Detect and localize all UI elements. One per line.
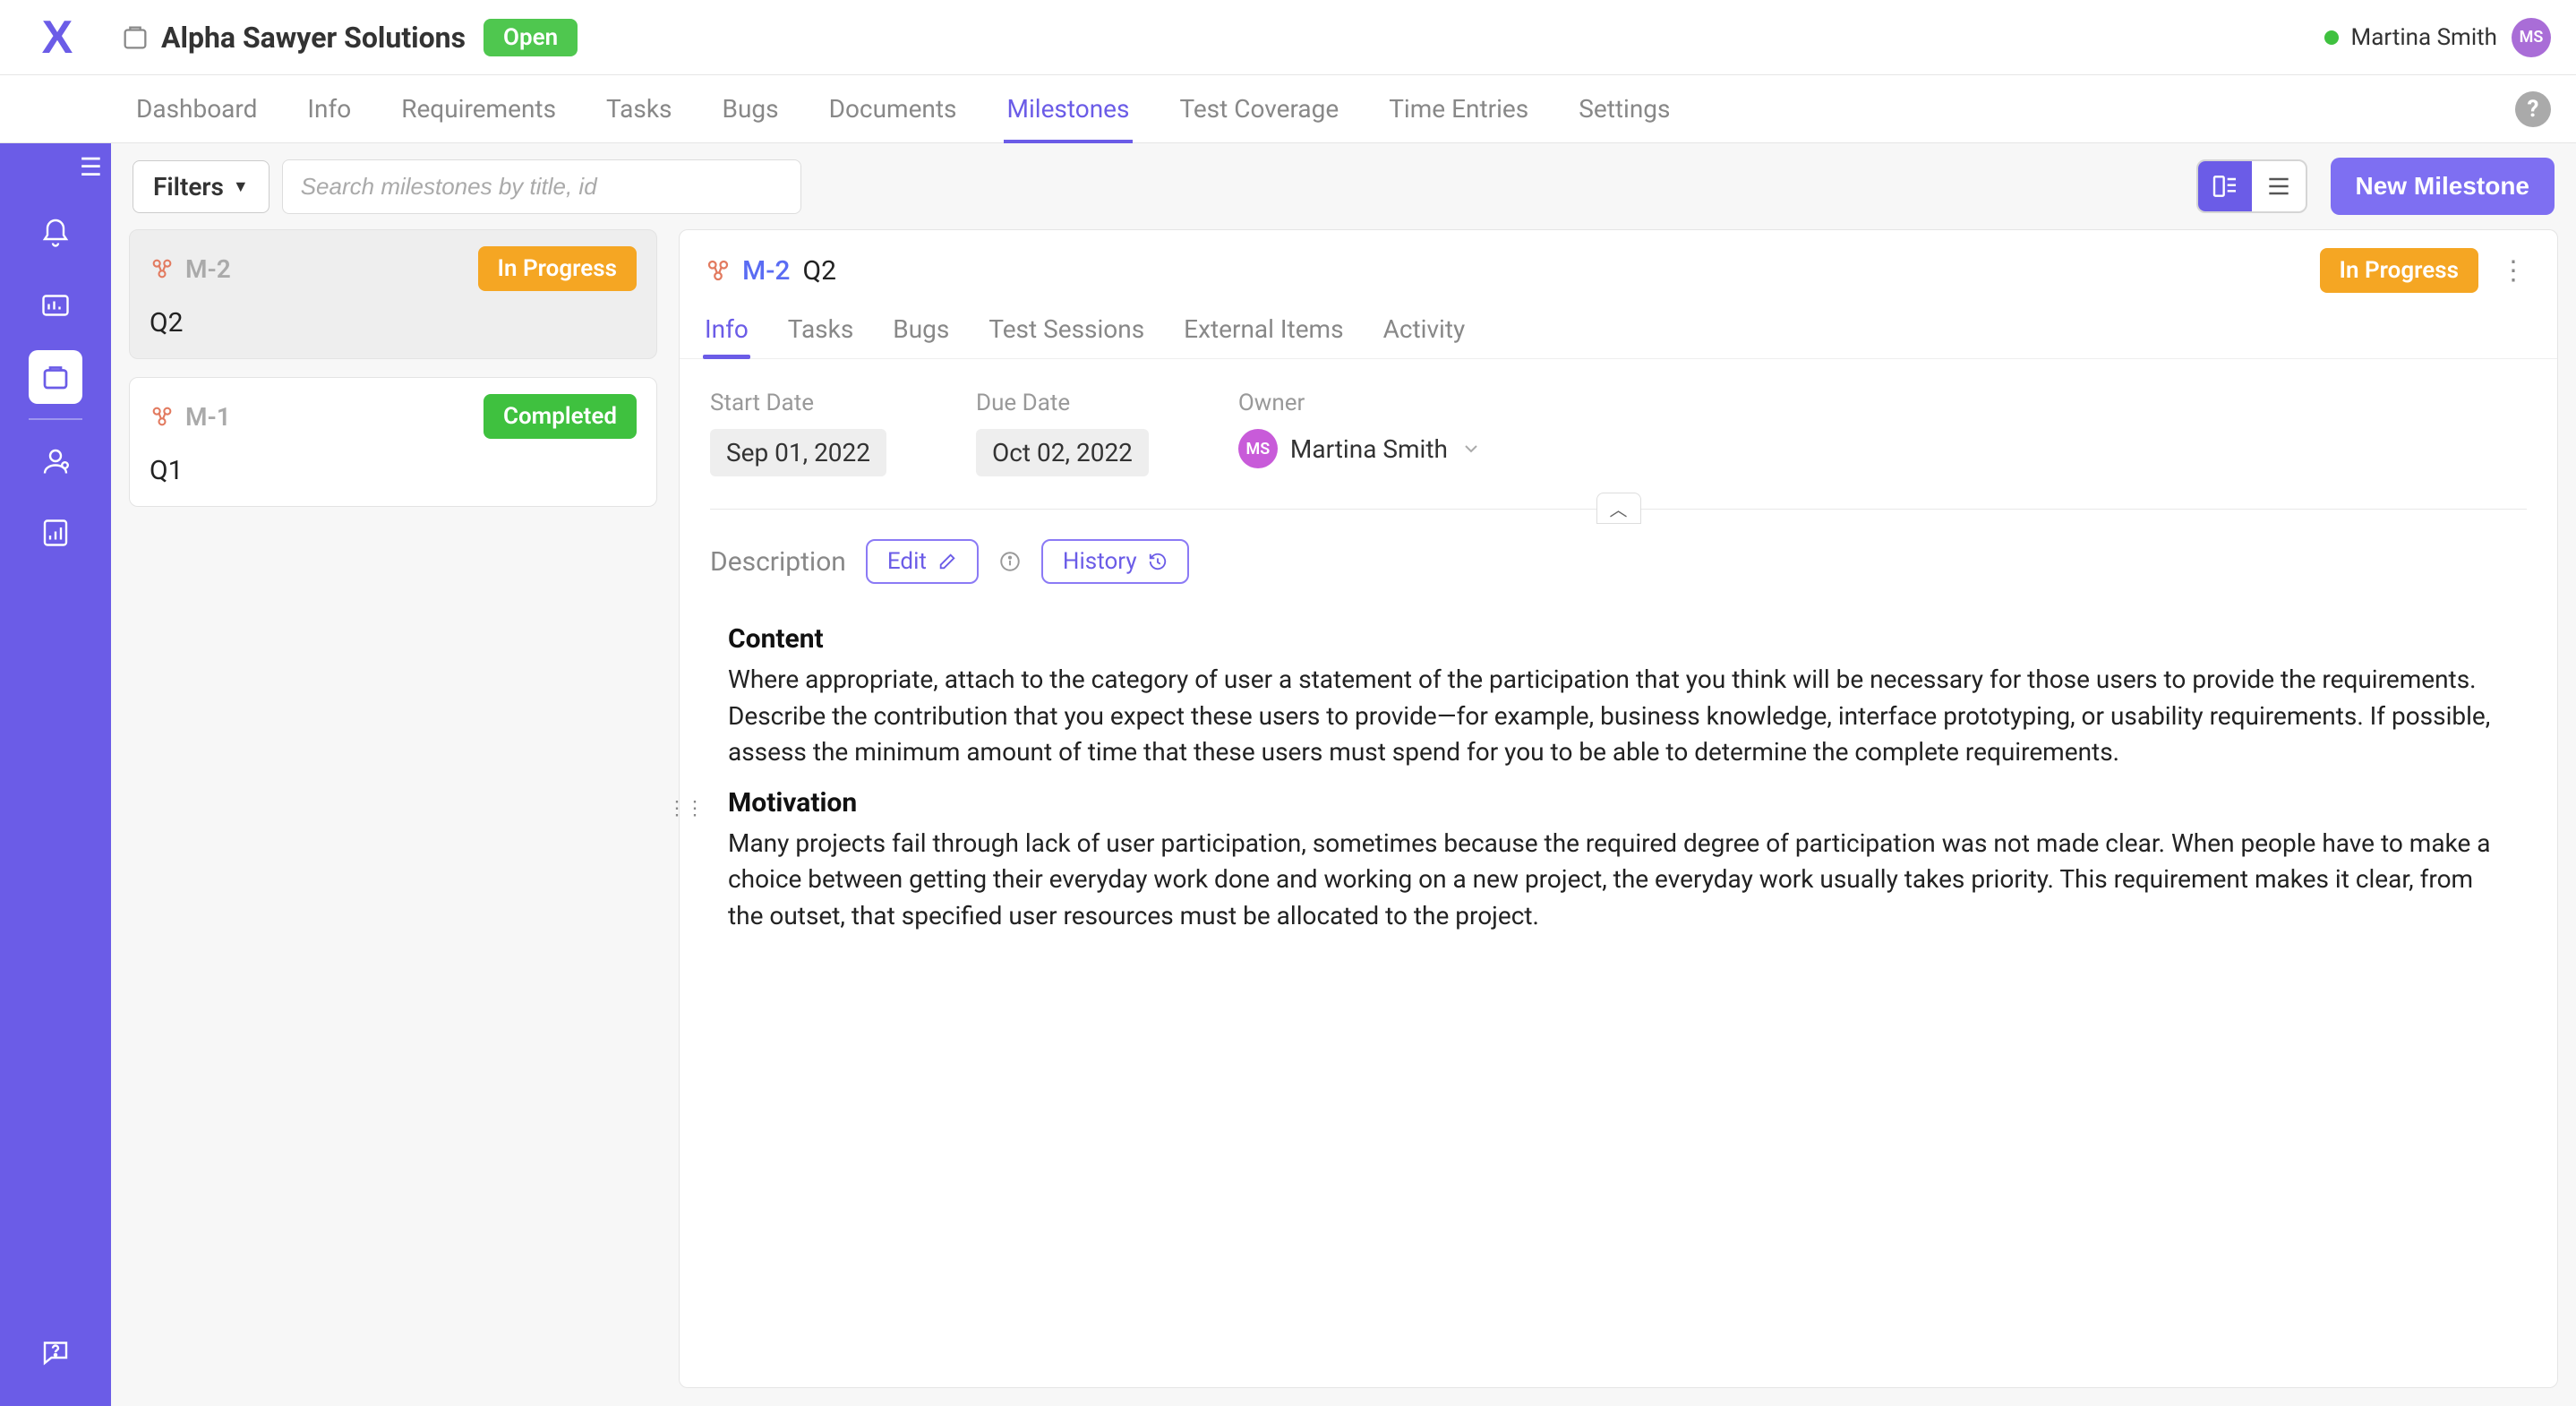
tab-info[interactable]: Info: [705, 314, 749, 358]
collapse-toggle-icon[interactable]: ︿: [1596, 493, 1641, 524]
owner-name: Martina Smith: [1290, 434, 1448, 464]
rail-users[interactable]: [29, 434, 82, 488]
nav-test-coverage[interactable]: Test Coverage: [1154, 75, 1364, 142]
milestone-id: M-2: [185, 254, 231, 284]
rail-support[interactable]: [29, 1325, 82, 1379]
rail-reports[interactable]: [29, 506, 82, 560]
filters-label: Filters: [153, 172, 224, 201]
presence-dot-icon: [2324, 30, 2339, 45]
search-input[interactable]: [282, 159, 801, 214]
section-divider: ︿: [710, 498, 2527, 519]
tab-external-items[interactable]: External Items: [1184, 314, 1343, 358]
detail-status-badge[interactable]: In Progress: [2320, 248, 2479, 293]
new-milestone-button[interactable]: New Milestone: [2331, 158, 2555, 215]
history-icon: [1148, 552, 1168, 571]
main-area: Filters ▼ New Milestone: [111, 143, 2576, 1406]
start-date-label: Start Date: [710, 390, 886, 416]
detail-tabs: Info Tasks Bugs Test Sessions External I…: [680, 293, 2557, 359]
milestone-title: Q2: [150, 307, 637, 339]
kebab-menu-icon[interactable]: ⋮: [2495, 255, 2532, 287]
nav-time-entries[interactable]: Time Entries: [1364, 75, 1553, 142]
project-name[interactable]: Alpha Sawyer Solutions: [161, 21, 466, 55]
nav-dashboard[interactable]: Dashboard: [111, 75, 282, 142]
main-nav: Dashboard Info Requirements Tasks Bugs D…: [0, 75, 2576, 143]
nav-documents[interactable]: Documents: [804, 75, 982, 142]
rail-notifications[interactable]: [29, 207, 82, 261]
start-date-value[interactable]: Sep 01, 2022: [710, 429, 886, 476]
top-header: X Alpha Sawyer Solutions Open Martina Sm…: [0, 0, 2576, 75]
due-date-label: Due Date: [976, 390, 1149, 416]
milestone-card[interactable]: M-1 Completed Q1: [129, 377, 657, 507]
logo-x-icon: X: [42, 11, 70, 64]
nav-bugs[interactable]: Bugs: [697, 75, 804, 142]
desc-heading: Content: [728, 623, 2509, 655]
milestones-toolbar: Filters ▼ New Milestone: [111, 143, 2576, 229]
description-body: Content Where appropriate, attach to the…: [680, 591, 2557, 1387]
tab-bugs[interactable]: Bugs: [893, 314, 949, 358]
detail-id-link[interactable]: M-2: [742, 255, 790, 287]
milestone-id: M-1: [185, 402, 231, 432]
milestone-list: M-2 In Progress Q2 M-1 Completed Q1: [129, 229, 657, 1388]
nav-settings[interactable]: Settings: [1553, 75, 1695, 142]
caret-down-icon: ▼: [233, 177, 249, 196]
milestone-icon: [150, 256, 175, 281]
owner-avatar: MS: [1238, 429, 1278, 468]
edit-description-button[interactable]: Edit: [866, 539, 979, 584]
milestone-card[interactable]: M-2 In Progress Q2: [129, 229, 657, 359]
history-button[interactable]: History: [1041, 539, 1189, 584]
owner-label: Owner: [1238, 390, 1482, 416]
milestone-title: Q1: [150, 455, 637, 486]
rail-dashboard[interactable]: [29, 279, 82, 332]
status-badge: Completed: [484, 394, 637, 439]
detail-title: Q2: [802, 255, 836, 287]
resize-handle-icon[interactable]: ⋮⋮: [667, 798, 703, 820]
view-card-icon[interactable]: [2198, 161, 2252, 211]
desc-paragraph: Where appropriate, attach to the categor…: [728, 662, 2509, 771]
owner-picker[interactable]: MS Martina Smith: [1238, 429, 1482, 468]
tab-tasks[interactable]: Tasks: [788, 314, 854, 358]
nav-milestones[interactable]: Milestones: [982, 75, 1155, 142]
rail-projects[interactable]: [29, 350, 82, 404]
detail-header: M-2 Q2 In Progress ⋮: [680, 230, 2557, 293]
project-status-badge[interactable]: Open: [484, 19, 578, 56]
chevron-down-icon: [1460, 438, 1482, 459]
milestone-icon: [705, 257, 732, 284]
project-icon: [120, 22, 150, 53]
desc-heading: Motivation: [728, 787, 2509, 819]
nav-tasks[interactable]: Tasks: [581, 75, 697, 142]
rail-divider: [29, 418, 82, 420]
nav-requirements[interactable]: Requirements: [376, 75, 581, 142]
view-list-icon[interactable]: [2252, 161, 2306, 211]
tab-test-sessions[interactable]: Test Sessions: [988, 314, 1144, 358]
detail-meta: Start Date Sep 01, 2022 Due Date Oct 02,…: [680, 359, 2557, 485]
nav-info[interactable]: Info: [282, 75, 376, 142]
info-icon[interactable]: [998, 550, 1022, 573]
status-badge: In Progress: [478, 246, 638, 291]
view-toggle: [2196, 159, 2307, 213]
current-user-avatar[interactable]: MS: [2512, 18, 2551, 57]
filters-button[interactable]: Filters ▼: [133, 160, 270, 213]
desc-paragraph: Many projects fail through lack of user …: [728, 826, 2509, 935]
help-icon[interactable]: ?: [2515, 91, 2551, 127]
side-rail: ☰: [0, 143, 111, 1406]
description-header: Description Edit History: [680, 519, 2557, 591]
current-user-name[interactable]: Martina Smith: [2351, 24, 2497, 51]
milestone-icon: [150, 404, 175, 429]
tab-activity[interactable]: Activity: [1383, 314, 1466, 358]
app-logo[interactable]: X: [0, 11, 111, 64]
pencil-icon: [937, 552, 957, 571]
rail-collapse-icon[interactable]: ☰: [80, 152, 102, 182]
milestone-detail-panel: ⋮⋮ M-2 Q2 In Progress ⋮ Info Tasks Bugs …: [679, 229, 2558, 1388]
due-date-value[interactable]: Oct 02, 2022: [976, 429, 1149, 476]
description-label: Description: [710, 546, 846, 578]
